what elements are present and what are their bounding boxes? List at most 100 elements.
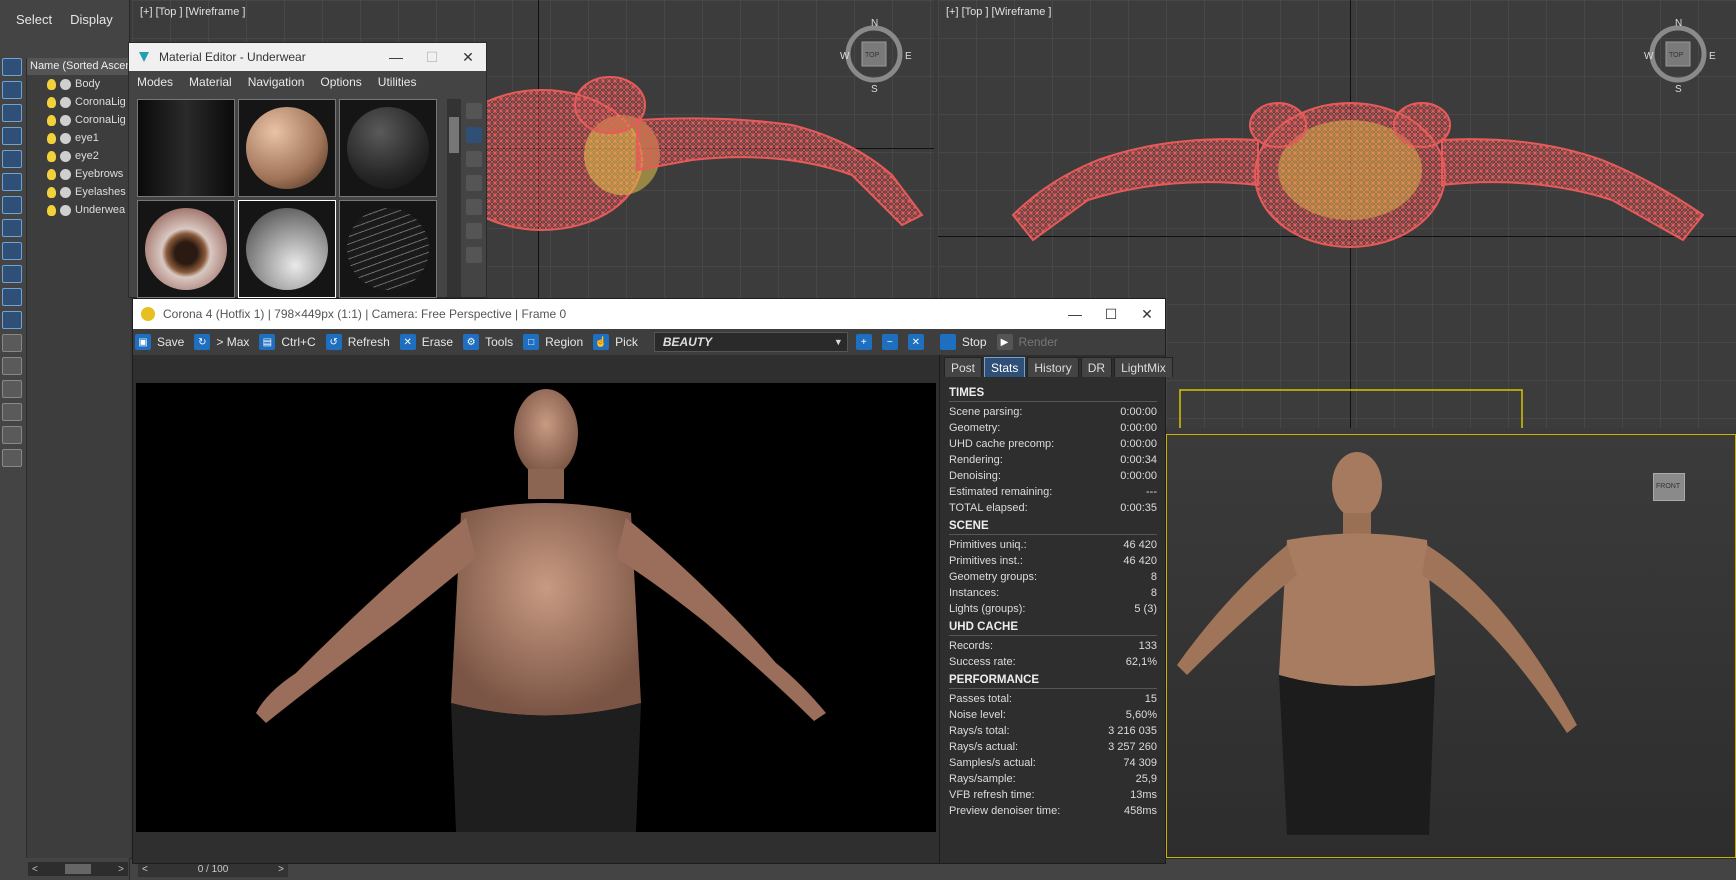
explorer-item[interactable]: eye2 [27,147,130,165]
select-all-icon[interactable] [2,58,22,76]
send-to-max-button[interactable]: ↻ > Max [192,331,255,353]
lightbulb-icon[interactable] [47,150,56,162]
explorer-h-scrollbar[interactable]: < > [28,862,128,876]
explorer-column-header[interactable]: Name (Sorted Ascen [27,58,130,75]
explorer-item[interactable]: Eyebrows [27,165,130,183]
layer-icon[interactable] [2,334,22,352]
render-area[interactable] [136,355,936,863]
display-frozen-icon[interactable] [2,311,22,329]
display-containers-icon[interactable] [2,288,22,306]
zoom-in-button[interactable]: + [854,331,878,353]
display-lights-icon[interactable] [2,127,22,145]
material-slot-black[interactable] [339,99,437,197]
scroll-left-icon[interactable]: < [32,864,38,875]
filter-settings-icon[interactable] [2,426,22,444]
refresh-button[interactable]: ↺ Refresh [324,331,396,353]
geometry-object-icon [60,150,71,162]
maximize-button[interactable]: ☐ [414,43,450,71]
display-helpers-icon[interactable] [2,173,22,191]
viewport-perspective[interactable]: FRONT [1166,434,1736,858]
chevron-down-icon: ▼ [833,337,843,347]
close-button[interactable]: ✕ [450,43,486,71]
viewport-label[interactable]: [+] [Top ] [Wireframe ] [140,6,245,18]
material-slot-skin[interactable] [238,99,336,197]
lightbulb-icon[interactable] [47,132,56,144]
vfb-titlebar[interactable]: Corona 4 (Hotfix 1) | 798×449px (1:1) | … [133,299,1165,329]
menu-navigation[interactable]: Navigation [248,75,305,89]
lightbulb-icon[interactable] [47,204,56,216]
display-bones-icon[interactable] [2,265,22,283]
sample-cylinder-icon[interactable] [466,127,482,143]
lightbulb-icon[interactable] [47,186,56,198]
tab-post[interactable]: Post [944,357,983,377]
display-shapes-icon[interactable] [2,104,22,122]
lightbulb-icon[interactable] [47,114,56,126]
pick-button[interactable]: ☝ Pick [591,331,644,353]
lightbulb-icon[interactable] [47,168,56,180]
checker-background-icon[interactable] [466,151,482,167]
tools-button[interactable]: ⚙ Tools [461,331,519,353]
list-icon[interactable] [2,380,22,398]
erase-button[interactable]: ✕ Erase [398,331,459,353]
viewcube[interactable]: FRONT [1653,473,1685,501]
maximize-button[interactable]: ☐ [1093,299,1129,329]
render-image[interactable] [136,383,936,832]
menu-options[interactable]: Options [320,75,361,89]
shaded-model[interactable] [1167,435,1736,858]
lightbulb-icon[interactable] [47,78,56,90]
color-check-icon[interactable] [466,199,482,215]
explorer-item[interactable]: CoronaLig [27,111,130,129]
toggle-icon[interactable] [2,449,22,467]
sample-sphere-icon[interactable] [466,103,482,119]
render-channel-select[interactable]: BEAUTY ▼ [653,332,848,352]
menu-utilities[interactable]: Utilities [378,75,417,89]
sample-box-icon[interactable] [466,175,482,191]
tab-lightmix[interactable]: LightMix [1114,357,1173,377]
explorer-item[interactable]: eye1 [27,129,130,147]
display-groups-icon[interactable] [2,219,22,237]
assign-material-icon[interactable] [466,247,482,263]
stats-value: 0:00:34 [1120,454,1157,466]
tab-dr[interactable]: DR [1080,357,1113,377]
lightbulb-icon[interactable] [47,96,56,108]
render-button[interactable]: ▶ Render [995,331,1064,353]
material-editor-titlebar[interactable]: Material Editor - Underwear — ☐ ✕ [129,43,486,71]
save-button[interactable]: ▣ Save [133,331,190,353]
explorer-item[interactable]: Underwea [27,201,130,219]
viewport-label[interactable]: [+] [Top ] [Wireframe ] [946,6,1051,18]
material-slot-glass[interactable] [238,200,336,298]
display-cameras-icon[interactable] [2,150,22,168]
copy-button[interactable]: ▤ Ctrl+C [257,331,321,353]
zoom-out-button[interactable]: − [880,331,904,353]
next-frame-icon[interactable]: > [278,864,284,875]
material-slot-room[interactable] [137,99,235,197]
minimize-button[interactable]: — [1057,299,1093,329]
menu-modes[interactable]: Modes [137,75,173,89]
page-icon[interactable] [2,357,22,375]
region-button[interactable]: □ Region [521,331,589,353]
explorer-item[interactable]: Body [27,75,130,93]
prev-frame-icon[interactable]: < [142,864,148,875]
menu-select[interactable]: Select [16,12,52,27]
time-slider[interactable]: < 0 / 100 > [138,862,288,877]
scroll-thumb[interactable] [65,864,91,874]
explorer-item[interactable]: Eyelashes [27,183,130,201]
menu-material[interactable]: Material [189,75,232,89]
tab-stats[interactable]: Stats [984,357,1026,377]
minimize-button[interactable]: — [378,43,414,71]
video-color-icon[interactable] [466,223,482,239]
material-slot-eye[interactable] [137,200,235,298]
tab-history[interactable]: History [1027,357,1079,377]
filter-icon[interactable] [2,403,22,421]
display-xrefs-icon[interactable] [2,242,22,260]
display-spacewarps-icon[interactable] [2,196,22,214]
display-geometry-icon[interactable] [2,81,22,99]
menu-display[interactable]: Display [70,12,113,27]
explorer-item[interactable]: CoronaLig [27,93,130,111]
zoom-fit-button[interactable]: ✕ [906,331,930,353]
close-button[interactable]: ✕ [1129,299,1165,329]
material-slot-wire[interactable] [339,200,437,298]
stop-button[interactable]: Stop [938,331,993,353]
black-sphere [347,107,429,189]
scroll-right-icon[interactable]: > [118,864,124,875]
